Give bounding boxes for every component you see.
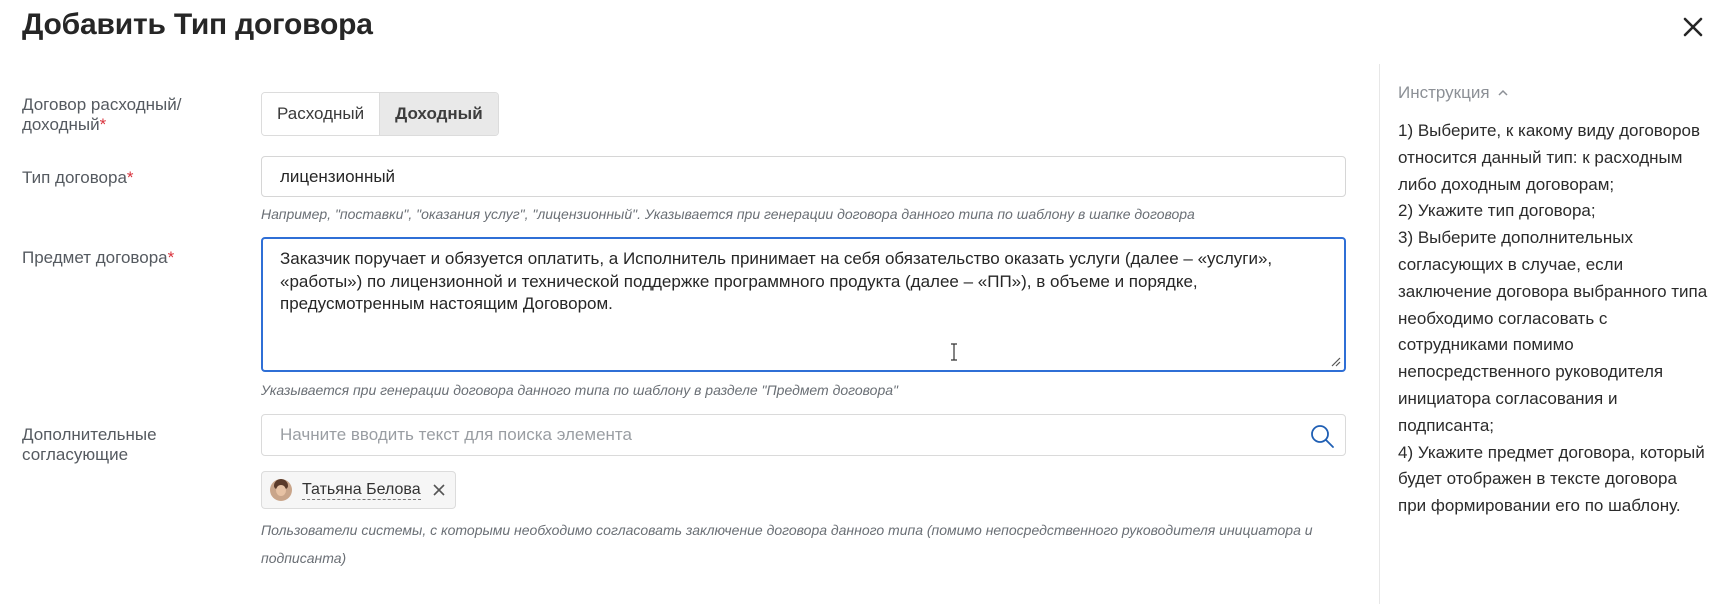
required-mark: * bbox=[99, 115, 107, 134]
resize-handle-icon[interactable] bbox=[1331, 357, 1341, 367]
contract-type-input[interactable]: лицензионный bbox=[261, 156, 1346, 197]
instruction-line: 3) Выберите дополнительных bbox=[1398, 228, 1633, 248]
approvers-search-placeholder: Начните вводить текст для поиска элемент… bbox=[280, 425, 632, 444]
text-cursor-icon bbox=[951, 343, 957, 361]
direction-label: Договор расходный/ доходный* bbox=[22, 95, 181, 135]
panel-divider bbox=[1379, 64, 1380, 604]
contract-type-hint: Например, "поставки", "оказания услуг", … bbox=[261, 206, 1195, 222]
instruction-line: относится данный тип: к расходным bbox=[1398, 147, 1683, 167]
required-mark: * bbox=[126, 168, 134, 187]
direction-label-line2: доходный* bbox=[22, 115, 107, 134]
subject-hint: Указывается при генерации договора данно… bbox=[261, 382, 898, 398]
approvers-hint-line1: Пользователи системы, с которыми необход… bbox=[261, 522, 1313, 538]
instruction-line: будет отображен в тексте договора bbox=[1398, 469, 1677, 489]
instruction-line: заключение договора выбранного типа bbox=[1398, 281, 1708, 301]
instruction-line: при формировании его по шаблону. bbox=[1398, 496, 1681, 516]
approvers-label: Дополнительные согласующие bbox=[22, 425, 157, 465]
direction-segmented-control: Расходный Доходный bbox=[261, 92, 499, 136]
instruction-line: подписанта; bbox=[1398, 415, 1495, 435]
close-icon bbox=[1683, 17, 1703, 37]
instruction-line: 4) Укажите предмет договора, который bbox=[1398, 442, 1705, 462]
contract-type-form: Договор расходный/ доходный* Расходный Д… bbox=[22, 0, 1352, 604]
instruction-line: 2) Укажите тип договора; bbox=[1398, 201, 1596, 221]
avatar bbox=[270, 479, 292, 501]
approver-chip: Татьяна Белова bbox=[261, 471, 456, 509]
direction-option-expense[interactable]: Расходный bbox=[262, 93, 380, 135]
instructions-title: Инструкция bbox=[1398, 83, 1490, 102]
subject-line: предусмотренным настоящим Договором. bbox=[280, 294, 613, 313]
instruction-line: 1) Выберите, к какому виду договоров bbox=[1398, 121, 1701, 140]
contract-type-label: Тип договора* bbox=[22, 168, 134, 187]
instructions-toggle[interactable]: Инструкция bbox=[1398, 83, 1508, 103]
approvers-label-line2: согласующие bbox=[22, 445, 129, 464]
approvers-label-line1: Дополнительные bbox=[22, 425, 157, 444]
direction-label-line1: Договор расходный/ bbox=[22, 95, 182, 114]
instruction-line: сотрудниками помимо bbox=[1398, 335, 1574, 355]
chevron-up-icon bbox=[1498, 89, 1508, 96]
instruction-line: необходимо согласовать с bbox=[1398, 308, 1608, 328]
instruction-line: либо доходным договорам; bbox=[1398, 174, 1615, 194]
subject-label: Предмет договора* bbox=[22, 248, 175, 267]
instruction-line: инициатора согласования и bbox=[1398, 388, 1618, 408]
direction-option-income[interactable]: Доходный bbox=[379, 93, 498, 135]
search-icon[interactable] bbox=[1309, 423, 1335, 449]
subject-textarea[interactable]: Заказчик поручает и обязуется оплатить, … bbox=[261, 237, 1346, 372]
instructions-body: 1) Выберите, к какому виду договоров отн… bbox=[1398, 118, 1733, 520]
approvers-hint-line2: подписанта) bbox=[261, 550, 347, 566]
subject-line: «работы») по лицензионной и технической … bbox=[280, 271, 1198, 291]
remove-approver-icon[interactable] bbox=[431, 482, 447, 498]
close-button[interactable] bbox=[1676, 10, 1710, 44]
instruction-line: согласующих в случае, если bbox=[1398, 254, 1624, 274]
required-mark: * bbox=[167, 248, 175, 267]
approver-name-link[interactable]: Татьяна Белова bbox=[302, 481, 421, 500]
subject-line: Заказчик поручает и обязуется оплатить, … bbox=[280, 249, 1273, 268]
approvers-search-input[interactable]: Начните вводить текст для поиска элемент… bbox=[261, 414, 1346, 456]
instruction-line: непосредственного руководителя bbox=[1398, 362, 1664, 382]
